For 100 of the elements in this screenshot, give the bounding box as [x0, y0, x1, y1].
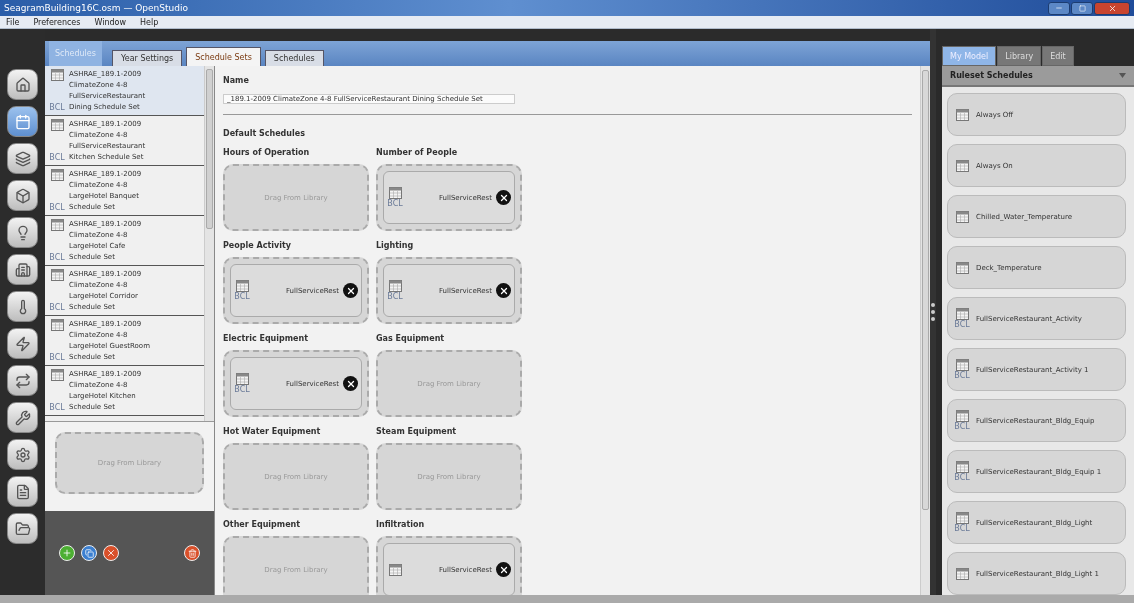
- bcl-label: BCL: [49, 303, 65, 312]
- building-icon: [14, 261, 31, 278]
- bcl-label: BCL: [234, 292, 250, 301]
- close-icon: [1107, 3, 1117, 13]
- cross-icon: [498, 285, 509, 296]
- calendar-icon: [50, 69, 64, 81]
- splitter-handle[interactable]: [930, 29, 936, 595]
- navigation-button[interactable]: [7, 180, 38, 211]
- section-heading: Default Schedules: [223, 129, 306, 138]
- remove-button[interactable]: [103, 545, 119, 561]
- remove-button[interactable]: [343, 283, 358, 298]
- navigation-button[interactable]: [7, 69, 38, 100]
- remove-button[interactable]: [343, 376, 358, 391]
- copy-button[interactable]: [81, 545, 97, 561]
- menu-item[interactable]: File: [6, 17, 20, 27]
- loop-arrows-icon: [14, 372, 31, 389]
- slot-label: Other Equipment: [223, 520, 302, 529]
- navigation-button[interactable]: [7, 402, 38, 433]
- menu-item[interactable]: Help: [140, 17, 159, 27]
- slot-label: Lighting: [376, 241, 415, 250]
- remove-button[interactable]: [496, 190, 511, 205]
- slot-label: Electric Equipment: [223, 334, 310, 343]
- calendar-icon: [955, 210, 969, 223]
- calendar-icon: [955, 410, 969, 422]
- scrollbar[interactable]: [920, 66, 930, 595]
- menu-item[interactable]: Window: [94, 17, 126, 27]
- calendar-icon: [388, 280, 402, 292]
- navigation-button[interactable]: [7, 365, 38, 396]
- bcl-label: BCL: [49, 353, 65, 362]
- cross-icon: [345, 378, 356, 389]
- bcl-label: BCL: [49, 403, 65, 412]
- calendar-icon: [955, 567, 969, 580]
- layers-icon: [14, 150, 31, 167]
- house-icon: [14, 76, 31, 93]
- navigation-button[interactable]: [7, 476, 38, 507]
- minimize-icon: [1055, 4, 1063, 12]
- calendar-icon: [955, 359, 969, 371]
- calendar-icon: [955, 461, 969, 473]
- tab[interactable]: Schedule Sets: [186, 47, 261, 66]
- navigation-button[interactable]: [7, 254, 38, 285]
- header-title: Ruleset Schedules: [950, 71, 1033, 80]
- purge-button[interactable]: [184, 545, 200, 561]
- bcl-label: BCL: [387, 292, 403, 301]
- navigation-button[interactable]: [7, 106, 38, 137]
- navigation-button[interactable]: [7, 328, 38, 359]
- calendar-icon: [388, 187, 402, 199]
- settings-icon: [14, 446, 31, 463]
- bcl-label: BCL: [234, 385, 250, 394]
- slot-label: Hours of Operation: [223, 148, 311, 157]
- bcl-label: BCL: [49, 253, 65, 262]
- dropdown-arrow-icon: [1119, 73, 1126, 78]
- section-label: Schedules: [49, 41, 102, 66]
- copy-icon: [84, 548, 94, 558]
- slot-label: Infiltration: [376, 520, 426, 529]
- calendar-icon: [50, 119, 64, 131]
- calendar-icon: [235, 280, 249, 292]
- slot-label: People Activity: [223, 241, 292, 250]
- bcl-label: BCL: [954, 524, 970, 533]
- add-button[interactable]: [59, 545, 75, 561]
- calendar-icon: [388, 563, 402, 576]
- slot-label: Gas Equipment: [376, 334, 446, 343]
- calendar-icon: [955, 261, 969, 274]
- navigation-button[interactable]: [7, 513, 38, 544]
- calendar-icon: [50, 269, 64, 281]
- calendar-icon: [955, 512, 969, 524]
- bcl-label: BCL: [954, 320, 970, 329]
- calendar-icon: [955, 159, 969, 172]
- navigation-button[interactable]: [7, 143, 38, 174]
- bcl-label: BCL: [954, 473, 970, 482]
- tab[interactable]: Schedules: [264, 50, 324, 66]
- cross-icon: [498, 564, 509, 575]
- dropdown-header[interactable]: Ruleset Schedules: [942, 66, 1134, 87]
- remove-button[interactable]: [496, 562, 511, 577]
- tab[interactable]: Year Settings: [111, 50, 183, 66]
- menu-item[interactable]: Preferences: [33, 17, 81, 27]
- calendar-icon: [955, 308, 969, 320]
- calendar-icon: [50, 319, 64, 331]
- navigation-button[interactable]: [7, 291, 38, 322]
- cube-icon: [14, 187, 31, 204]
- bcl-label: BCL: [49, 103, 65, 112]
- calendar-icon: [235, 373, 249, 385]
- minimize-button[interactable]: [1048, 1, 1070, 15]
- slot-label: Steam Equipment: [376, 427, 458, 436]
- calendar-icon: [14, 113, 31, 130]
- cross-icon: [106, 548, 116, 558]
- maximize-icon: [1078, 4, 1086, 12]
- name-label: Name: [223, 76, 250, 85]
- cross-icon: [498, 192, 509, 203]
- slot-label: Number of People: [376, 148, 459, 157]
- bcl-label: BCL: [387, 199, 403, 208]
- navigation-button[interactable]: [7, 217, 38, 248]
- calendar-icon: [50, 219, 64, 231]
- trash-icon: [187, 548, 197, 558]
- plus-icon: [62, 548, 72, 558]
- maximize-button[interactable]: [1071, 1, 1093, 15]
- window-title: SeagramBuilding16C.osm — OpenStudio: [4, 3, 188, 13]
- document-icon: [14, 483, 31, 500]
- scrollbar[interactable]: [204, 66, 214, 421]
- navigation-button[interactable]: [7, 439, 38, 470]
- remove-button[interactable]: [496, 283, 511, 298]
